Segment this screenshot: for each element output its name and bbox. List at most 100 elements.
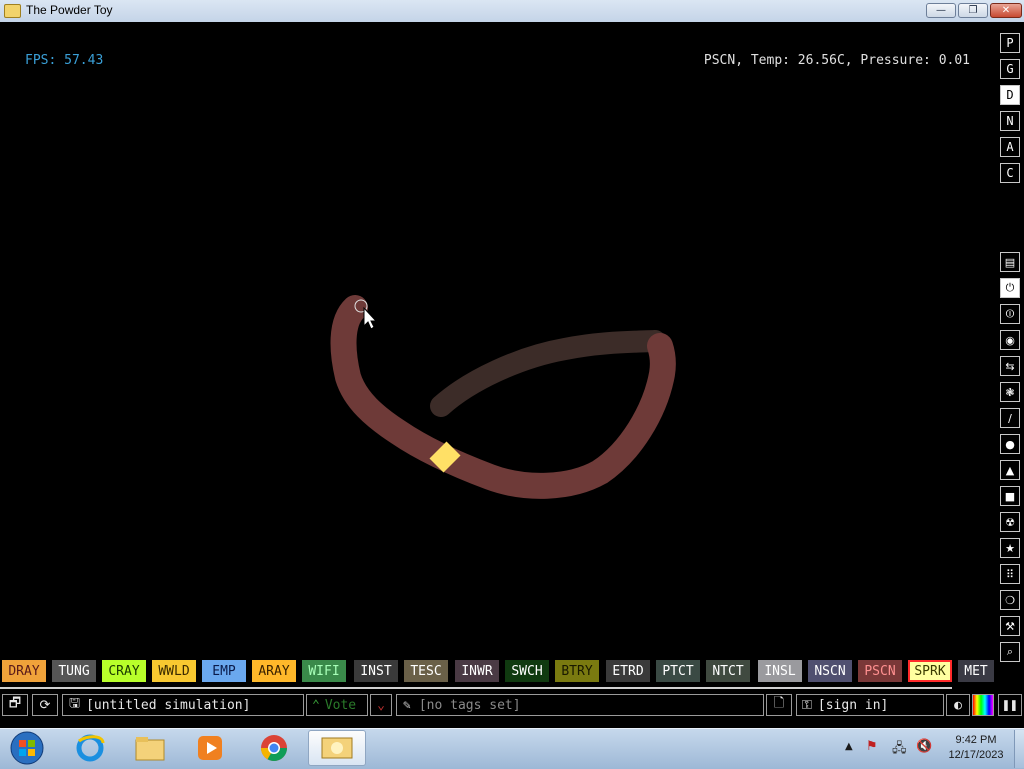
taskbar-media-player[interactable]: [184, 730, 236, 766]
menu-button-n[interactable]: N: [1000, 111, 1020, 131]
reload-icon: ⟳: [39, 697, 51, 713]
clock-time: 9:42 PM: [955, 734, 997, 746]
liquid-icon: ∕: [1008, 411, 1012, 425]
chrome-icon: [260, 735, 288, 762]
category-search-button[interactable]: ⌕: [1000, 642, 1020, 662]
open-simulation-button[interactable]: 🗗: [2, 694, 28, 716]
element-wifi-button[interactable]: WIFI: [302, 660, 346, 682]
life-icon: ❍: [1005, 593, 1015, 607]
simulation-title: [untitled simulation]: [86, 697, 251, 713]
menu-button-p[interactable]: P: [1000, 33, 1020, 53]
category-power-button[interactable]: ⏼: [1000, 304, 1020, 324]
sign-in-button[interactable]: ⚿ [sign in]: [796, 694, 944, 716]
category-powder-button[interactable]: ▲: [1000, 460, 1020, 480]
drop-icon: ●: [1005, 437, 1015, 451]
element-insl-button[interactable]: INSL: [758, 660, 802, 682]
new-document-icon: 🗋: [773, 696, 785, 711]
element-wwld-button[interactable]: WWLD: [152, 660, 196, 682]
element-met-button[interactable]: MET: [958, 660, 994, 682]
category-electronics-plug-button[interactable]: ⏻: [1000, 278, 1020, 298]
save-icon: 🖫: [69, 696, 81, 711]
menu-button-c[interactable]: C: [1000, 163, 1020, 183]
network-icon[interactable]: 🖧: [892, 739, 907, 761]
volume-muted-icon[interactable]: 🔇: [916, 739, 932, 754]
taskbar-powder-toy[interactable]: [308, 730, 366, 766]
element-cray-button[interactable]: CRAY: [102, 660, 146, 682]
element-inwr-button[interactable]: INWR: [455, 660, 499, 682]
solid-icon: ■: [1004, 489, 1016, 503]
save-title-button[interactable]: 🖫 [untitled simulation]: [62, 694, 304, 716]
particles-icon: ⠿: [1005, 567, 1015, 581]
category-tools-button[interactable]: ⚒: [1000, 616, 1020, 636]
render-options-button[interactable]: ◐: [946, 694, 970, 716]
sensor-icon: ⇆: [1005, 359, 1015, 373]
element-inst-button[interactable]: INST: [354, 660, 398, 682]
file-explorer-icon: [135, 737, 165, 761]
show-hidden-icons-arrow[interactable]: ▲: [845, 741, 853, 752]
element-tung-button[interactable]: TUNG: [52, 660, 96, 682]
mouse-pointer: [363, 306, 378, 330]
element-dray-button[interactable]: DRAY: [2, 660, 46, 682]
element-scrollbar[interactable]: [0, 687, 952, 689]
tags-field[interactable]: ✎ [no tags set]: [396, 694, 764, 716]
maximize-button[interactable]: ❐: [958, 3, 988, 18]
element-aray-button[interactable]: ARAY: [252, 660, 296, 682]
explosive-icon: ◉: [1005, 333, 1015, 347]
element-ntct-button[interactable]: NTCT: [706, 660, 750, 682]
element-btry-button[interactable]: BTRY: [555, 660, 599, 682]
category-gas-button[interactable]: ❃: [1000, 382, 1020, 402]
open-folder-icon: 🗗: [8, 696, 22, 711]
taskbar-chrome[interactable]: [248, 730, 300, 766]
category-wall-button[interactable]: ▤: [1000, 252, 1020, 272]
wall-icon: ▤: [1004, 255, 1016, 269]
element-swch-button[interactable]: SWCH: [505, 660, 549, 682]
category-solid-button[interactable]: ■: [1000, 486, 1020, 506]
element-emp-button[interactable]: EMP: [202, 660, 246, 682]
minimize-button[interactable]: —: [926, 3, 956, 18]
spark-segment: [429, 441, 461, 473]
category-drop-button[interactable]: ●: [1000, 434, 1020, 454]
tag-icon: ✎: [403, 697, 411, 713]
show-desktop-button[interactable]: [1014, 730, 1024, 768]
element-etrd-button[interactable]: ETRD: [606, 660, 650, 682]
menu-button-g[interactable]: G: [1000, 59, 1020, 79]
internet-explorer-icon: [76, 734, 105, 762]
taskbar-internet-explorer[interactable]: [64, 730, 116, 766]
render-options-icon: ◐: [954, 697, 962, 713]
category-radioactive-button[interactable]: ☢: [1000, 512, 1020, 532]
element-nscn-button[interactable]: NSCN: [808, 660, 852, 682]
category-explosive-button[interactable]: ◉: [1000, 330, 1020, 350]
category-life-button[interactable]: ❍: [1000, 590, 1020, 610]
close-button[interactable]: ✕: [990, 3, 1022, 18]
new-simulation-button[interactable]: 🗋: [766, 694, 792, 716]
media-player-icon: [198, 736, 222, 760]
element-ptct-button[interactable]: PTCT: [656, 660, 700, 682]
menu-button-d[interactable]: D: [1000, 85, 1020, 105]
simulation-canvas[interactable]: [0, 22, 996, 656]
element-pscn-button[interactable]: PSCN: [858, 660, 902, 682]
thumb-down-icon: ⌄: [377, 697, 385, 713]
powder-toy-icon: [321, 737, 353, 759]
sign-in-label: [sign in]: [817, 697, 889, 713]
menu-button-a[interactable]: A: [1000, 137, 1020, 157]
pause-button[interactable]: ❚❚: [998, 694, 1022, 716]
windows-start-orb-icon: [10, 731, 44, 765]
vote-down-button[interactable]: ⌄: [370, 694, 392, 716]
gas-icon: ❃: [1005, 385, 1015, 399]
start-button[interactable]: [2, 730, 52, 766]
nscn-wire: [430, 330, 666, 417]
category-special-button[interactable]: ★: [1000, 538, 1020, 558]
element-sprk-button[interactable]: SPRK: [908, 660, 952, 682]
category-particles-button[interactable]: ⠿: [1000, 564, 1020, 584]
vote-up-button[interactable]: ⌃ Vote: [306, 694, 368, 716]
category-liquid-button[interactable]: ∕: [1000, 408, 1020, 428]
element-tesc-button[interactable]: TESC: [404, 660, 448, 682]
category-sensor-button[interactable]: ⇆: [1000, 356, 1020, 376]
taskbar-file-explorer[interactable]: [124, 730, 176, 766]
electronics-plug-icon: ⏻: [1005, 281, 1015, 294]
window-titlebar: The Powder Toy — ❐ ✕: [0, 0, 1024, 23]
action-center-flag-icon[interactable]: ⚑: [866, 739, 878, 754]
display-mode-button[interactable]: [972, 694, 994, 716]
system-clock[interactable]: 9:42 PM 12/17/2023: [944, 733, 1008, 763]
reload-button[interactable]: ⟳: [32, 694, 58, 716]
